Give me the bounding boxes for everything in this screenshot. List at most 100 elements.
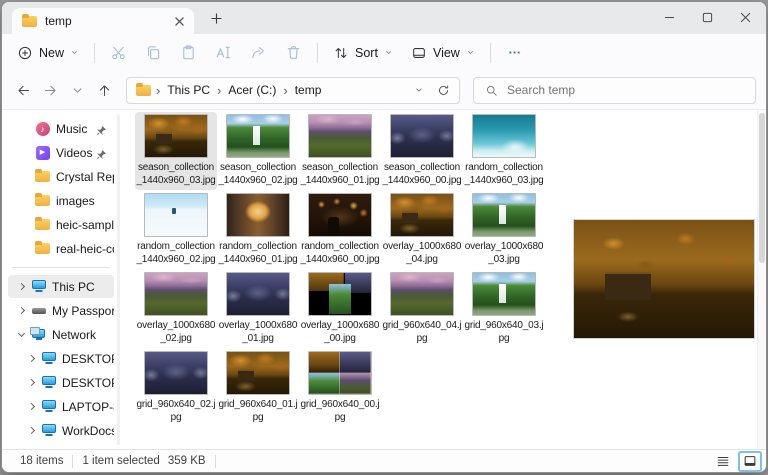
thumbnail-view-button[interactable] [740, 453, 760, 470]
refresh-icon[interactable] [431, 78, 455, 103]
file-item[interactable]: overlay_1000x680_00.jpg [299, 270, 381, 348]
tree-chevron-icon[interactable] [25, 352, 38, 365]
video-icon [34, 146, 51, 160]
tab-title: temp [45, 14, 162, 28]
file-item[interactable]: season_collection_1440x960_01.jpg [299, 112, 381, 190]
back-button[interactable] [10, 77, 37, 104]
file-item[interactable]: overlay_1000x680_04.jpg [381, 191, 463, 269]
breadcrumb-item[interactable]: Acer (C:) [226, 82, 278, 98]
file-item[interactable]: season_collection_1440x960_00.jpg [381, 112, 463, 190]
file-item[interactable]: grid_960x640_03.jpg [463, 270, 545, 348]
file-item[interactable]: grid_960x640_02.jpg [135, 349, 217, 427]
file-name: random_collection_1440x960_03.jpg [464, 161, 544, 187]
file-item[interactable]: random_collection_1440x960_03.jpg [463, 112, 545, 190]
pc-icon [40, 376, 57, 389]
sidebar-item-desktop-au[interactable]: DESKTOP-AU [8, 347, 114, 370]
folder-icon [34, 219, 51, 230]
sidebar-item-label: real-heic-conv [56, 242, 114, 256]
tree-chevron-icon[interactable] [15, 280, 28, 293]
sidebar-item-laptop-8gd[interactable]: LAPTOP-8GD [8, 395, 114, 418]
minimize-button[interactable] [650, 2, 688, 32]
scrollbar-thumb[interactable] [759, 113, 765, 263]
sidebar-item-images[interactable]: images [8, 189, 114, 212]
recent-locations-button[interactable] [64, 77, 91, 104]
pc-icon [40, 352, 57, 365]
file-item[interactable]: grid_960x640_00.jpg [299, 349, 381, 427]
tree-chevron-icon[interactable] [15, 328, 28, 341]
file-grid: season_collection_1440x960_03.jpg season… [135, 112, 545, 428]
share-button[interactable] [241, 38, 276, 67]
file-thumbnail [390, 272, 454, 316]
command-toolbar: New Sort View [2, 34, 766, 71]
rename-button[interactable] [206, 38, 241, 67]
sidebar-item-music[interactable]: Music [8, 117, 114, 140]
tab-close-icon[interactable] [170, 12, 188, 30]
tree-chevron-icon[interactable] [15, 304, 28, 317]
file-item[interactable]: season_collection_1440x960_02.jpg [217, 112, 299, 190]
paste-button[interactable] [171, 38, 206, 67]
vertical-scrollbar[interactable] [757, 110, 766, 449]
up-button[interactable] [91, 77, 118, 104]
breadcrumb-item[interactable]: temp [293, 82, 324, 98]
pin-icon [96, 147, 107, 158]
sort-button[interactable]: Sort [324, 38, 402, 67]
file-item[interactable]: random_collection_1440x960_02.jpg [135, 191, 217, 269]
chevron-down-icon [70, 48, 79, 57]
arrow-right-icon [43, 83, 58, 98]
tab-temp[interactable]: temp [12, 8, 194, 34]
sidebar-item-heic-samples[interactable]: heic-samples [8, 213, 114, 236]
file-thumbnail [226, 272, 290, 316]
file-name: season_collection_1440x960_02.jpg [218, 161, 298, 187]
sidebar-item-label: images [56, 194, 95, 208]
forward-button[interactable] [37, 77, 64, 104]
address-row: ›This PC›Acer (C:)›temp Search temp [2, 71, 766, 110]
sidebar-item-my-passport-d[interactable]: My Passport (D [8, 299, 114, 322]
new-button[interactable]: New [8, 38, 88, 67]
file-item[interactable]: overlay_1000x680_02.jpg [135, 270, 217, 348]
sidebar-item-real-heic-conv[interactable]: real-heic-conv [8, 237, 114, 260]
file-grid-row: grid_960x640_02.jpg grid_960x640_01.jpg … [135, 349, 545, 427]
sidebar-item-network[interactable]: Network [8, 323, 114, 346]
cut-button[interactable] [101, 38, 136, 67]
file-item[interactable]: random_collection_1440x960_00.jpg [299, 191, 381, 269]
sidebar-item-crystal-report[interactable]: Crystal Report [8, 165, 114, 188]
sidebar-item-desktop-cp[interactable]: DESKTOP-CP [8, 371, 114, 394]
rename-icon [215, 44, 232, 61]
file-item[interactable]: overlay_1000x680_03.jpg [463, 191, 545, 269]
search-icon [485, 84, 498, 97]
file-thumbnail [308, 272, 372, 316]
maximize-button[interactable] [688, 2, 726, 32]
pc-icon [30, 280, 47, 293]
view-button[interactable]: View [402, 38, 484, 67]
details-view-button[interactable] [713, 453, 733, 470]
sidebar-item-workdocs[interactable]: WorkDocs [8, 419, 114, 442]
file-name: grid_960x640_04.jpg [382, 319, 462, 345]
sidebar-item-this-pc[interactable]: This PC [8, 275, 114, 298]
more-options-button[interactable] [497, 38, 532, 67]
file-name: random_collection_1440x960_00.jpg [300, 240, 380, 266]
address-dropdown-icon[interactable] [407, 78, 431, 103]
file-item[interactable]: grid_960x640_01.jpg [217, 349, 299, 427]
file-name: random_collection_1440x960_02.jpg [136, 240, 216, 266]
search-input[interactable]: Search temp [473, 77, 756, 104]
tree-chevron-icon[interactable] [25, 400, 38, 413]
window-controls [650, 2, 764, 32]
file-name: overlay_1000x680_00.jpg [300, 319, 380, 345]
copy-button[interactable] [136, 38, 171, 67]
breadcrumb-item[interactable]: This PC [165, 82, 212, 98]
explorer-window: temp New [1, 1, 767, 473]
address-bar[interactable]: ›This PC›Acer (C:)›temp [126, 77, 460, 104]
file-name: season_collection_1440x960_01.jpg [300, 161, 380, 187]
tree-chevron-icon[interactable] [25, 424, 38, 437]
file-item[interactable]: random_collection_1440x960_01.jpg [217, 191, 299, 269]
tree-chevron-icon[interactable] [25, 376, 38, 389]
delete-button[interactable] [276, 38, 311, 67]
file-grid-row: random_collection_1440x960_02.jpg random… [135, 191, 545, 269]
new-tab-button[interactable] [204, 6, 228, 30]
folder-icon [136, 85, 151, 96]
file-item[interactable]: season_collection_1440x960_03.jpg [135, 112, 217, 190]
file-item[interactable]: grid_960x640_04.jpg [381, 270, 463, 348]
close-button[interactable] [726, 2, 764, 32]
file-item[interactable]: overlay_1000x680_01.jpg [217, 270, 299, 348]
sidebar-item-videos[interactable]: Videos [8, 141, 114, 164]
